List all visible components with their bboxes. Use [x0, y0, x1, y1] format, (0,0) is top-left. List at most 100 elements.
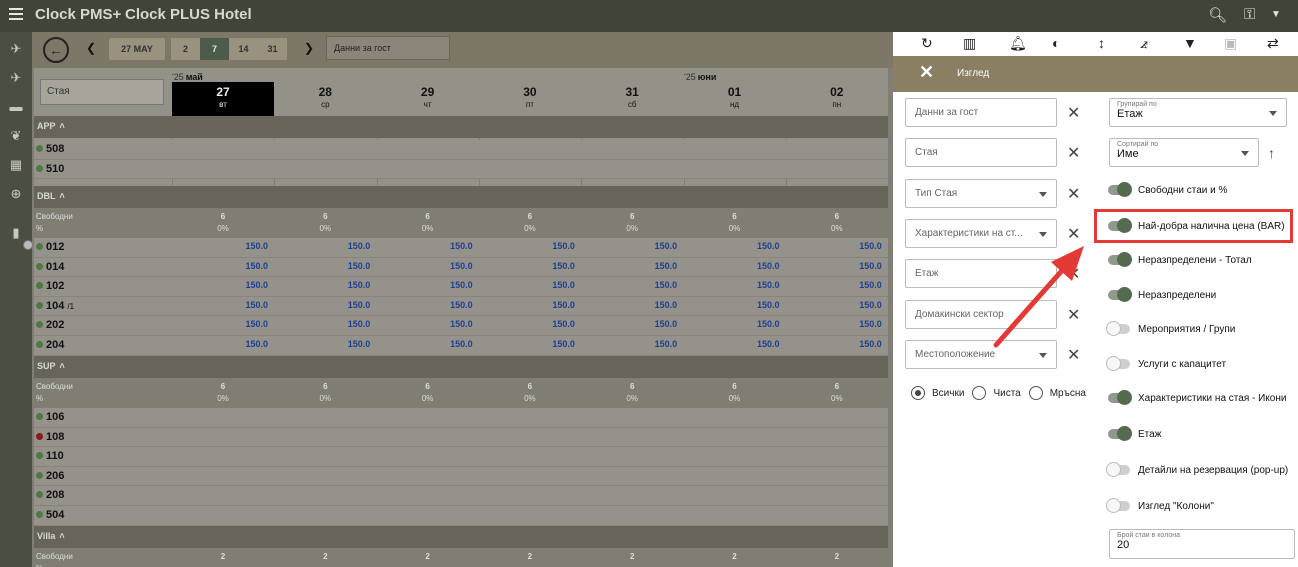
clear-icon[interactable]: ✕: [1067, 264, 1080, 284]
clear-icon[interactable]: ✕: [1067, 103, 1080, 123]
bar-price[interactable]: 150.0: [377, 319, 473, 329]
toggle-track[interactable]: [1106, 498, 1130, 513]
bar-price[interactable]: 150.0: [172, 261, 268, 271]
room-name[interactable]: 510: [36, 163, 64, 175]
bar-price[interactable]: 150.0: [377, 339, 473, 349]
date-picker-button[interactable]: 27 MAY: [109, 38, 165, 60]
chevron-up-icon[interactable]: ˄: [60, 361, 65, 371]
toggle-knob[interactable]: [1117, 182, 1132, 197]
bar-price[interactable]: 150.0: [479, 241, 575, 251]
status-radio[interactable]: [972, 386, 987, 400]
day-header[interactable]: 29 чт: [377, 82, 479, 116]
bar-price[interactable]: 150.0: [377, 280, 473, 290]
palette-icon[interactable]: ◐: [1052, 36, 1060, 50]
bar-price[interactable]: 150.0: [786, 280, 882, 290]
bar-price[interactable]: 150.0: [274, 280, 371, 290]
room-row[interactable]: 202 150.0 150.0 150.0 150.0 150.0 150.0 150.0: [34, 316, 888, 336]
room-name[interactable]: 102: [36, 280, 64, 292]
toggle-switch[interactable]: Характеристики на стая - Икони: [1108, 390, 1286, 405]
bar-price[interactable]: 150.0: [581, 241, 678, 251]
chevron-up-icon[interactable]: ˄: [60, 191, 65, 201]
toggle-track[interactable]: [1108, 252, 1132, 267]
group-header[interactable]: SUP ˄: [34, 356, 888, 378]
room-name[interactable]: 106: [36, 411, 64, 423]
day-header[interactable]: 02 пн: [786, 82, 888, 116]
bar-price[interactable]: 150.0: [274, 300, 371, 310]
room-name[interactable]: 202: [36, 319, 64, 331]
height-icon[interactable]: ↕: [1098, 36, 1105, 50]
room-name[interactable]: 208: [36, 489, 64, 501]
chevron-up-icon[interactable]: ˄: [60, 121, 65, 131]
filter-off-icon[interactable]: ⦨: [1140, 36, 1148, 50]
clear-icon[interactable]: ✕: [1067, 224, 1080, 244]
clear-icon[interactable]: ✕: [1067, 184, 1080, 204]
bar-price[interactable]: 150.0: [479, 300, 575, 310]
departures-icon[interactable]: ✈: [7, 69, 25, 87]
leaf-icon[interactable]: ❦: [7, 127, 25, 145]
room-row[interactable]: 206: [34, 466, 888, 487]
bar-price[interactable]: 150.0: [786, 261, 882, 271]
room-search-input[interactable]: Стая: [40, 79, 164, 105]
toggle-track[interactable]: [1106, 356, 1130, 371]
range-option[interactable]: 14: [229, 38, 258, 60]
bar-price[interactable]: 150.0: [172, 300, 268, 310]
toggle-knob[interactable]: [1106, 321, 1121, 336]
bar-price[interactable]: 150.0: [786, 300, 882, 310]
filter-icon[interactable]: ▼: [1183, 36, 1197, 50]
chevron-up-icon[interactable]: ˄: [59, 531, 64, 541]
bar-price[interactable]: 150.0: [581, 280, 678, 290]
room-name[interactable]: 012: [36, 241, 64, 253]
bar-price[interactable]: 150.0: [581, 261, 678, 271]
back-button[interactable]: ←: [43, 37, 69, 63]
bar-price[interactable]: 150.0: [172, 339, 268, 349]
toggle-switch[interactable]: Свободни стаи и %: [1108, 182, 1227, 197]
bar-price[interactable]: 150.0: [172, 319, 268, 329]
day-header[interactable]: 01 нд: [684, 82, 786, 116]
toggle-knob[interactable]: [1117, 287, 1132, 302]
toggle-switch[interactable]: Неразпределени: [1108, 287, 1216, 302]
toggle-switch[interactable]: Неразпределени - Тотал: [1108, 252, 1252, 267]
bar-price[interactable]: 150.0: [172, 241, 268, 251]
chevron-down-icon[interactable]: ▼: [1271, 9, 1281, 20]
day-header[interactable]: 30 пт: [479, 82, 581, 116]
toggle-track[interactable]: [1108, 182, 1132, 197]
range-option[interactable]: 31: [258, 38, 287, 60]
bar-price[interactable]: 150.0: [684, 319, 780, 329]
search-icon[interactable]: 🔍︎: [1208, 6, 1227, 24]
bar-price[interactable]: 150.0: [377, 261, 473, 271]
group-by-select[interactable]: Групирай по Етаж: [1109, 98, 1287, 127]
toggle-knob[interactable]: [1117, 426, 1132, 441]
prev-period-icon[interactable]: ❮: [86, 41, 96, 55]
toggle-knob[interactable]: [1106, 498, 1121, 513]
target-icon[interactable]: ▣: [1224, 36, 1237, 50]
toggle-switch[interactable]: Услуги с капацитет: [1106, 356, 1226, 371]
bar-price[interactable]: 150.0: [786, 241, 882, 251]
add-circle-icon[interactable]: ⊕: [7, 185, 25, 203]
group-header[interactable]: APP ˄: [34, 116, 888, 138]
day-header[interactable]: 28 ср: [274, 82, 376, 116]
bell-add-icon[interactable]: 🔔︎: [1009, 36, 1027, 50]
bar-price[interactable]: 150.0: [479, 319, 575, 329]
filter-field[interactable]: Етаж: [905, 259, 1057, 289]
swap-icon[interactable]: ⇄: [1267, 36, 1279, 50]
room-row[interactable]: 208: [34, 486, 888, 506]
toggle-knob[interactable]: [1106, 356, 1121, 371]
clear-icon[interactable]: ✕: [1067, 305, 1080, 325]
range-option[interactable]: 7: [200, 38, 229, 60]
room-row[interactable]: 204 150.0 150.0 150.0 150.0 150.0 150.0 150.0: [34, 336, 888, 356]
toggle-knob[interactable]: [1117, 390, 1132, 405]
group-header[interactable]: Villa ˄: [34, 526, 888, 548]
bar-price[interactable]: 150.0: [581, 339, 678, 349]
day-header[interactable]: 27 вт: [172, 82, 274, 116]
room-name[interactable]: 104/1: [36, 300, 74, 312]
next-period-icon[interactable]: ❯: [304, 41, 314, 55]
room-name[interactable]: 504: [36, 509, 64, 521]
toggle-switch[interactable]: Детайли на резервация (pop-up): [1106, 462, 1288, 477]
room-name[interactable]: 108: [36, 431, 64, 443]
toggle-knob[interactable]: [1117, 252, 1132, 267]
toggle-track[interactable]: [1108, 287, 1132, 302]
bar-price[interactable]: 150.0: [377, 241, 473, 251]
sort-by-select[interactable]: Сортирай по Име: [1109, 138, 1259, 167]
room-row[interactable]: 504: [34, 506, 888, 526]
bar-price[interactable]: 150.0: [786, 339, 882, 349]
